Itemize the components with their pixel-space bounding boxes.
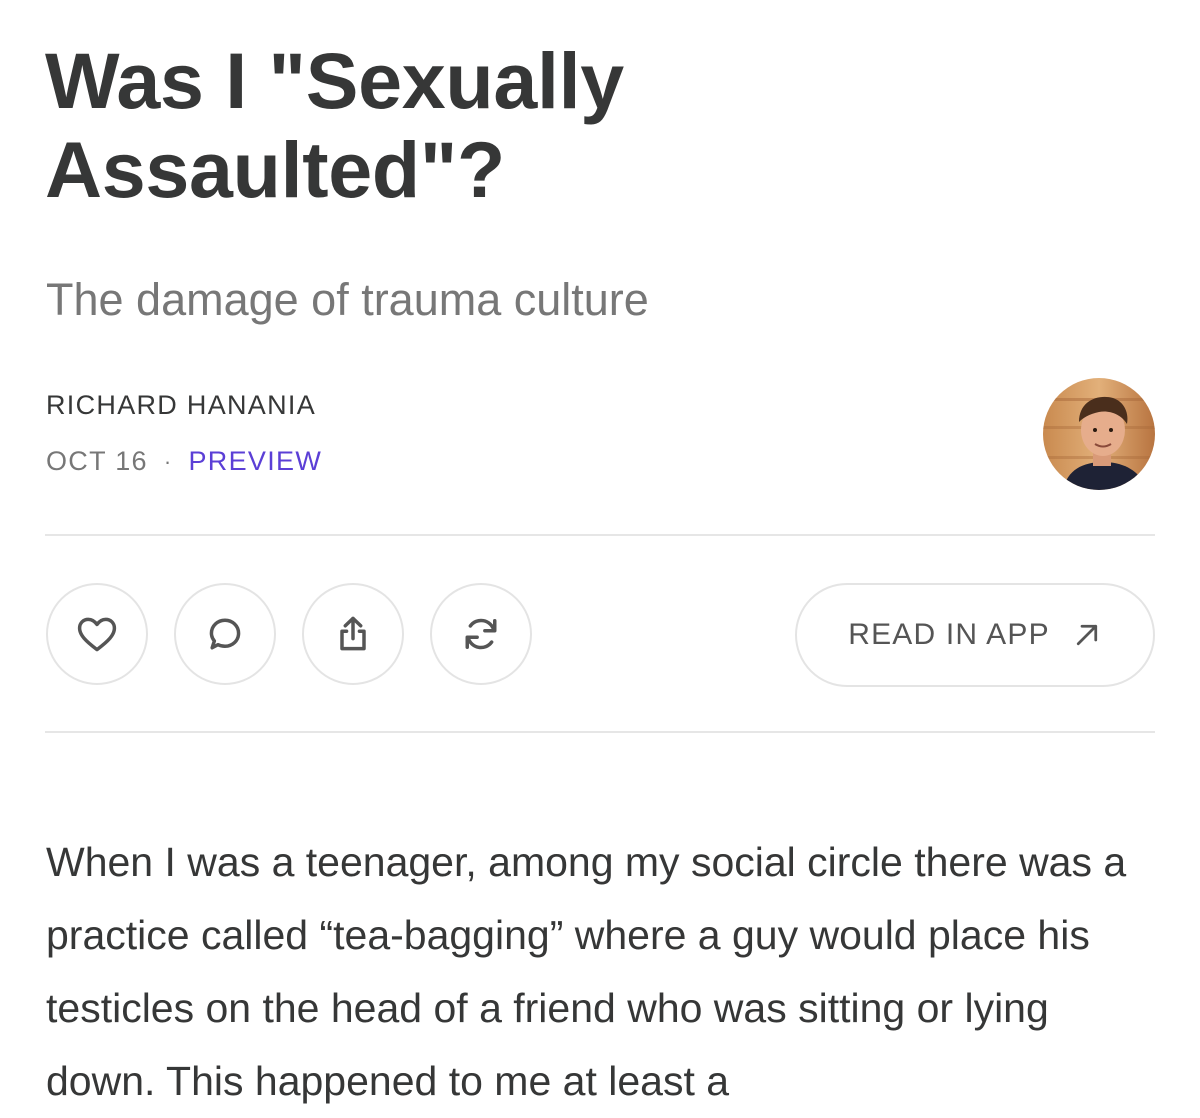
body-paragraph: When I was a teenager, among my social c… (46, 839, 1127, 1104)
post-meta: OCT 16 · PREVIEW (46, 446, 322, 477)
restack-button[interactable] (430, 583, 532, 685)
avatar-photo-icon (1043, 378, 1155, 490)
divider-bottom (45, 731, 1155, 733)
share-button[interactable] (302, 583, 404, 685)
preview-label: PREVIEW (188, 446, 323, 476)
post-title-line-1: Was I "Sexually (45, 36, 624, 125)
meta-separator: · (163, 448, 173, 474)
post-subtitle: The damage of trauma culture (46, 274, 649, 325)
read-in-app-label: READ IN APP (848, 618, 1050, 651)
author-avatar[interactable] (1043, 378, 1155, 490)
arrow-up-right-icon (1076, 624, 1097, 646)
post-date: OCT 16 (46, 446, 148, 476)
post-title: Was I "Sexually Assaulted"? (45, 36, 1145, 214)
share-icon (340, 616, 366, 651)
comment-button[interactable] (174, 583, 276, 685)
post-title-line-2: Assaulted"? (45, 125, 505, 214)
restack-icon (465, 618, 497, 650)
read-in-app-button[interactable]: READ IN APP (795, 583, 1155, 687)
heart-icon (77, 617, 117, 652)
author-name[interactable]: RICHARD HANANIA (46, 390, 316, 421)
comment-icon (209, 618, 241, 650)
divider-top (45, 534, 1155, 536)
like-button[interactable] (46, 583, 148, 685)
